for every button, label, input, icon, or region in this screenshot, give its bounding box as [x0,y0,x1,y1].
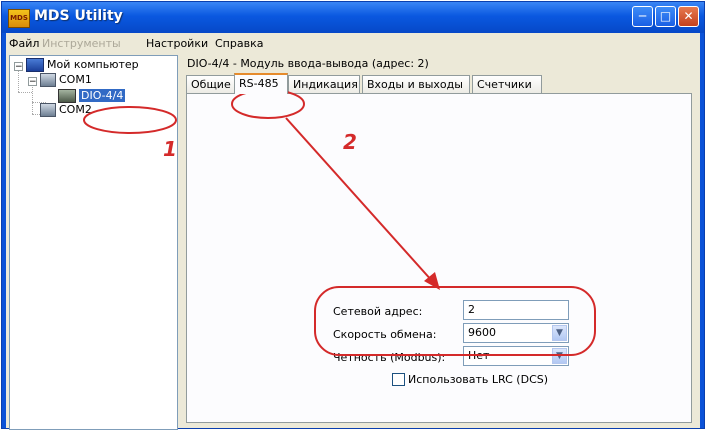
main-panel: DIO-4/4 - Модуль ввода-вывода (адрес: 2)… [181,53,700,428]
chevron-down-icon[interactable]: ▼ [552,348,567,364]
device-icon [58,89,76,103]
title-bar: MDS MDS Utility ─ □ ✕ [2,2,704,33]
lrc-checkbox[interactable] [392,373,405,386]
port-icon [40,103,56,117]
close-button[interactable]: ✕ [678,6,699,27]
client-area: Файл Инструменты Настройки Справка − Мой… [6,33,700,430]
collapse-root-icon[interactable]: − [14,62,23,72]
menu-bar: Файл Инструменты Настройки Справка [6,33,700,53]
annotation-label-1: 1 [163,137,177,161]
parity-label: Четность (Modbus): [333,351,446,364]
speed-label: Скорость обмена: [333,328,437,341]
tree-item-com1[interactable]: COM1 [40,73,92,87]
app-window: MDS MDS Utility ─ □ ✕ Файл Инструменты Н… [1,1,705,430]
tab-panel-rs485: Сетевой адрес: 2 Скорость обмена: 9600 ▼… [186,93,692,423]
lrc-label: Использовать LRC (DCS) [408,373,549,386]
tab-counters[interactable]: Счетчики [472,75,542,93]
app-icon: MDS [8,9,30,28]
speed-select[interactable]: 9600 ▼ [463,323,569,343]
minimize-button[interactable]: ─ [632,6,653,27]
parity-select[interactable]: Нет ▼ [463,346,569,366]
menu-file[interactable]: Файл [9,37,39,50]
tree-item-com2[interactable]: COM2 [40,103,92,117]
tab-indication[interactable]: Индикация [288,75,360,93]
menu-settings[interactable]: Настройки [146,37,208,50]
chevron-down-icon[interactable]: ▼ [552,325,567,341]
address-label: Сетевой адрес: [333,305,423,318]
menu-tools: Инструменты [42,37,121,50]
tree-item-dio[interactable]: DIO-4/4 [58,89,126,103]
port-icon [40,73,56,87]
device-header: DIO-4/4 - Модуль ввода-вывода (адрес: 2) [187,57,429,70]
tab-general[interactable]: Общие [186,75,236,93]
device-tree[interactable]: − Мой компьютер − COM1 DIO-4/4 COM2 [9,55,178,430]
address-input[interactable]: 2 [463,300,569,320]
computer-icon [26,58,44,72]
tree-item-my-computer[interactable]: Мой компьютер [26,58,139,72]
collapse-com1-icon[interactable]: − [28,77,37,87]
window-title: MDS Utility [34,8,123,24]
annotation-label-2: 2 [343,130,357,154]
menu-help[interactable]: Справка [215,37,263,50]
tab-rs485[interactable]: RS-485 [234,73,288,94]
tab-io[interactable]: Входы и выходы [362,75,470,93]
maximize-button[interactable]: □ [655,6,676,27]
